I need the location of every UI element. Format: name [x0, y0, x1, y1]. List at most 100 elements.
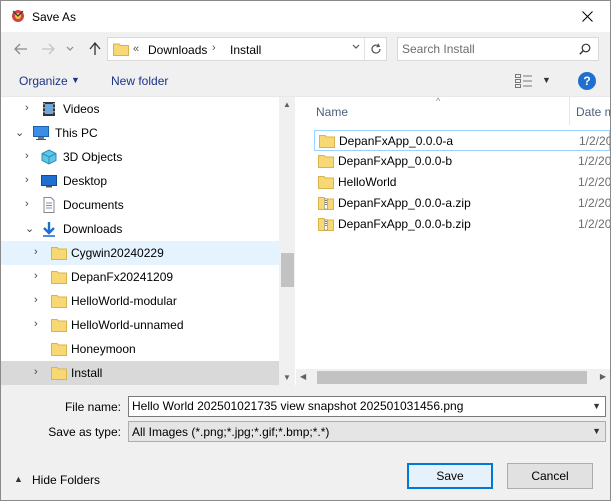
nav-item-depanfx20241209[interactable]: › DepanFx20241209 [1, 265, 279, 289]
file-name-input[interactable] [132, 399, 582, 413]
organize-button[interactable]: Organize [19, 74, 68, 88]
nav-item-label: 3D Objects [63, 150, 123, 164]
collapse-chevron-icon[interactable]: ⌄ [25, 222, 35, 235]
folder-icon [319, 135, 335, 148]
file-row[interactable]: DepanFxApp_0.0.0-b.zip 1/2/20 [314, 214, 610, 235]
folder-icon [51, 343, 67, 356]
nav-item-videos[interactable]: › Videos [1, 97, 279, 121]
computer-icon [33, 126, 49, 140]
close-button[interactable] [564, 1, 610, 32]
file-name: DepanFxApp_0.0.0-a.zip [338, 196, 471, 210]
folder-icon [51, 319, 67, 332]
nav-item-honeymoon[interactable]: Honeymoon [1, 337, 279, 361]
file-name-label: File name: [64, 400, 121, 414]
expand-chevron-icon[interactable]: › [25, 102, 35, 114]
navigation-pane[interactable]: › Videos ⌄ This PC › 3D Objects › Deskto… [1, 97, 295, 386]
save-as-dialog: Save As « Downloads › Install Search Ins… [0, 0, 611, 501]
cancel-button[interactable]: Cancel [507, 463, 593, 489]
nav-item-install[interactable]: › Install [1, 361, 279, 385]
view-options-icon[interactable] [515, 74, 533, 88]
scrollbar-thumb[interactable] [317, 371, 587, 384]
breadcrumb-separator-icon[interactable]: › [212, 42, 216, 54]
arrow-up-icon [89, 42, 101, 55]
file-date: 1/2/20 [578, 154, 610, 168]
expand-chevron-icon[interactable]: › [25, 174, 35, 186]
file-name-combobox[interactable]: ▼ [128, 396, 606, 417]
sort-indicator-icon: ^ [436, 97, 441, 106]
navigation-scrollbar[interactable]: ▲ ▼ [279, 97, 295, 386]
expand-chevron-icon[interactable]: › [34, 246, 44, 258]
title-bar: Save As [1, 1, 610, 32]
address-dropdown-icon[interactable] [352, 42, 360, 53]
expand-chevron-icon[interactable]: › [25, 150, 35, 162]
save-as-type-select[interactable]: All Images (*.png;*.jpg;*.gif;*.bmp;*.*)… [128, 421, 606, 442]
arrow-right-icon [42, 43, 55, 55]
nav-item-label: Videos [63, 102, 100, 116]
nav-item-3d-objects[interactable]: › 3D Objects [1, 145, 279, 169]
file-row[interactable]: HelloWorld 1/2/20 [314, 172, 610, 193]
address-bar[interactable]: « Downloads › Install [107, 37, 387, 61]
expand-chevron-icon[interactable]: › [34, 294, 44, 306]
column-divider[interactable] [569, 97, 570, 125]
scroll-right-icon[interactable]: ▶ [600, 372, 606, 381]
nav-item-this-pc[interactable]: ⌄ This PC [1, 121, 279, 145]
folder-icon [318, 155, 334, 168]
chevron-down-icon[interactable]: ▼ [71, 75, 80, 85]
recent-locations-button[interactable] [63, 39, 77, 59]
column-header-name[interactable]: Name [316, 105, 348, 119]
expand-chevron-icon[interactable]: › [34, 270, 44, 282]
save-button[interactable]: Save [407, 463, 493, 489]
browser-area: › Videos ⌄ This PC › 3D Objects › Deskto… [1, 96, 610, 386]
chevron-up-icon: ▲ [14, 474, 23, 484]
scroll-down-icon[interactable]: ▼ [283, 373, 291, 382]
expand-chevron-icon[interactable]: › [34, 366, 44, 378]
arrow-left-icon [14, 43, 27, 55]
new-folder-button[interactable]: New folder [111, 74, 168, 88]
file-row[interactable]: DepanFxApp_0.0.0-a.zip 1/2/20 [314, 193, 610, 214]
file-row[interactable]: DepanFxApp_0.0.0-a 1/2/20 [314, 130, 610, 151]
file-list-pane[interactable]: ^ Name Date m DepanFxApp_0.0.0-a 1/2/20 … [296, 97, 610, 386]
file-row[interactable]: DepanFxApp_0.0.0-b 1/2/20 [314, 151, 610, 172]
help-button[interactable]: ? [578, 72, 596, 90]
file-date: 1/2/20 [578, 217, 610, 231]
chevron-down-icon [66, 46, 74, 51]
close-icon [581, 11, 593, 22]
expand-chevron-icon[interactable]: › [34, 318, 44, 330]
expand-chevron-icon[interactable]: › [25, 198, 35, 210]
nav-item-label: Downloads [63, 222, 123, 236]
collapse-chevron-icon[interactable]: ⌄ [15, 126, 25, 139]
nav-item-helloworld-modular[interactable]: › HelloWorld-modular [1, 289, 279, 313]
scroll-left-icon[interactable]: ◀ [300, 372, 306, 381]
nav-item-label: Documents [63, 198, 124, 212]
save-as-type-label: Save as type: [48, 425, 121, 439]
up-button[interactable] [85, 39, 105, 59]
nav-item-cygwin20240229[interactable]: › Cygwin20240229 [1, 241, 279, 265]
search-icon[interactable] [579, 43, 591, 55]
file-list-scrollbar[interactable]: ◀ ▶ [296, 369, 610, 386]
scrollbar-thumb[interactable] [281, 253, 294, 287]
chevron-down-icon[interactable]: ▼ [592, 426, 601, 436]
nav-item-downloads[interactable]: ⌄ Downloads [1, 217, 279, 241]
search-box[interactable] [397, 37, 599, 61]
nav-item-documents[interactable]: › Documents [1, 193, 279, 217]
forward-button[interactable] [38, 39, 58, 59]
nav-item-label: Cygwin20240229 [71, 246, 164, 260]
search-input[interactable] [402, 41, 572, 57]
view-dropdown-icon[interactable]: ▼ [542, 75, 551, 85]
chevron-down-icon[interactable]: ▼ [592, 401, 601, 411]
scroll-up-icon[interactable]: ▲ [283, 100, 291, 109]
folder-icon [51, 247, 67, 260]
breadcrumb-install[interactable]: Install [230, 43, 261, 57]
column-header-date[interactable]: Date m [576, 105, 610, 119]
nav-item-desktop[interactable]: › Desktop [1, 169, 279, 193]
refresh-button[interactable] [364, 38, 386, 60]
back-button[interactable] [11, 39, 31, 59]
address-overflow[interactable]: « [133, 43, 139, 55]
window-title: Save As [32, 10, 77, 24]
nav-item-label: This PC [55, 126, 98, 140]
file-name: DepanFxApp_0.0.0-b [338, 154, 453, 168]
downloads-icon [43, 222, 55, 237]
nav-item-helloworld-unnamed[interactable]: › HelloWorld-unnamed [1, 313, 279, 337]
nav-item-label: HelloWorld-modular [71, 294, 177, 308]
breadcrumb-downloads[interactable]: Downloads [148, 43, 207, 57]
